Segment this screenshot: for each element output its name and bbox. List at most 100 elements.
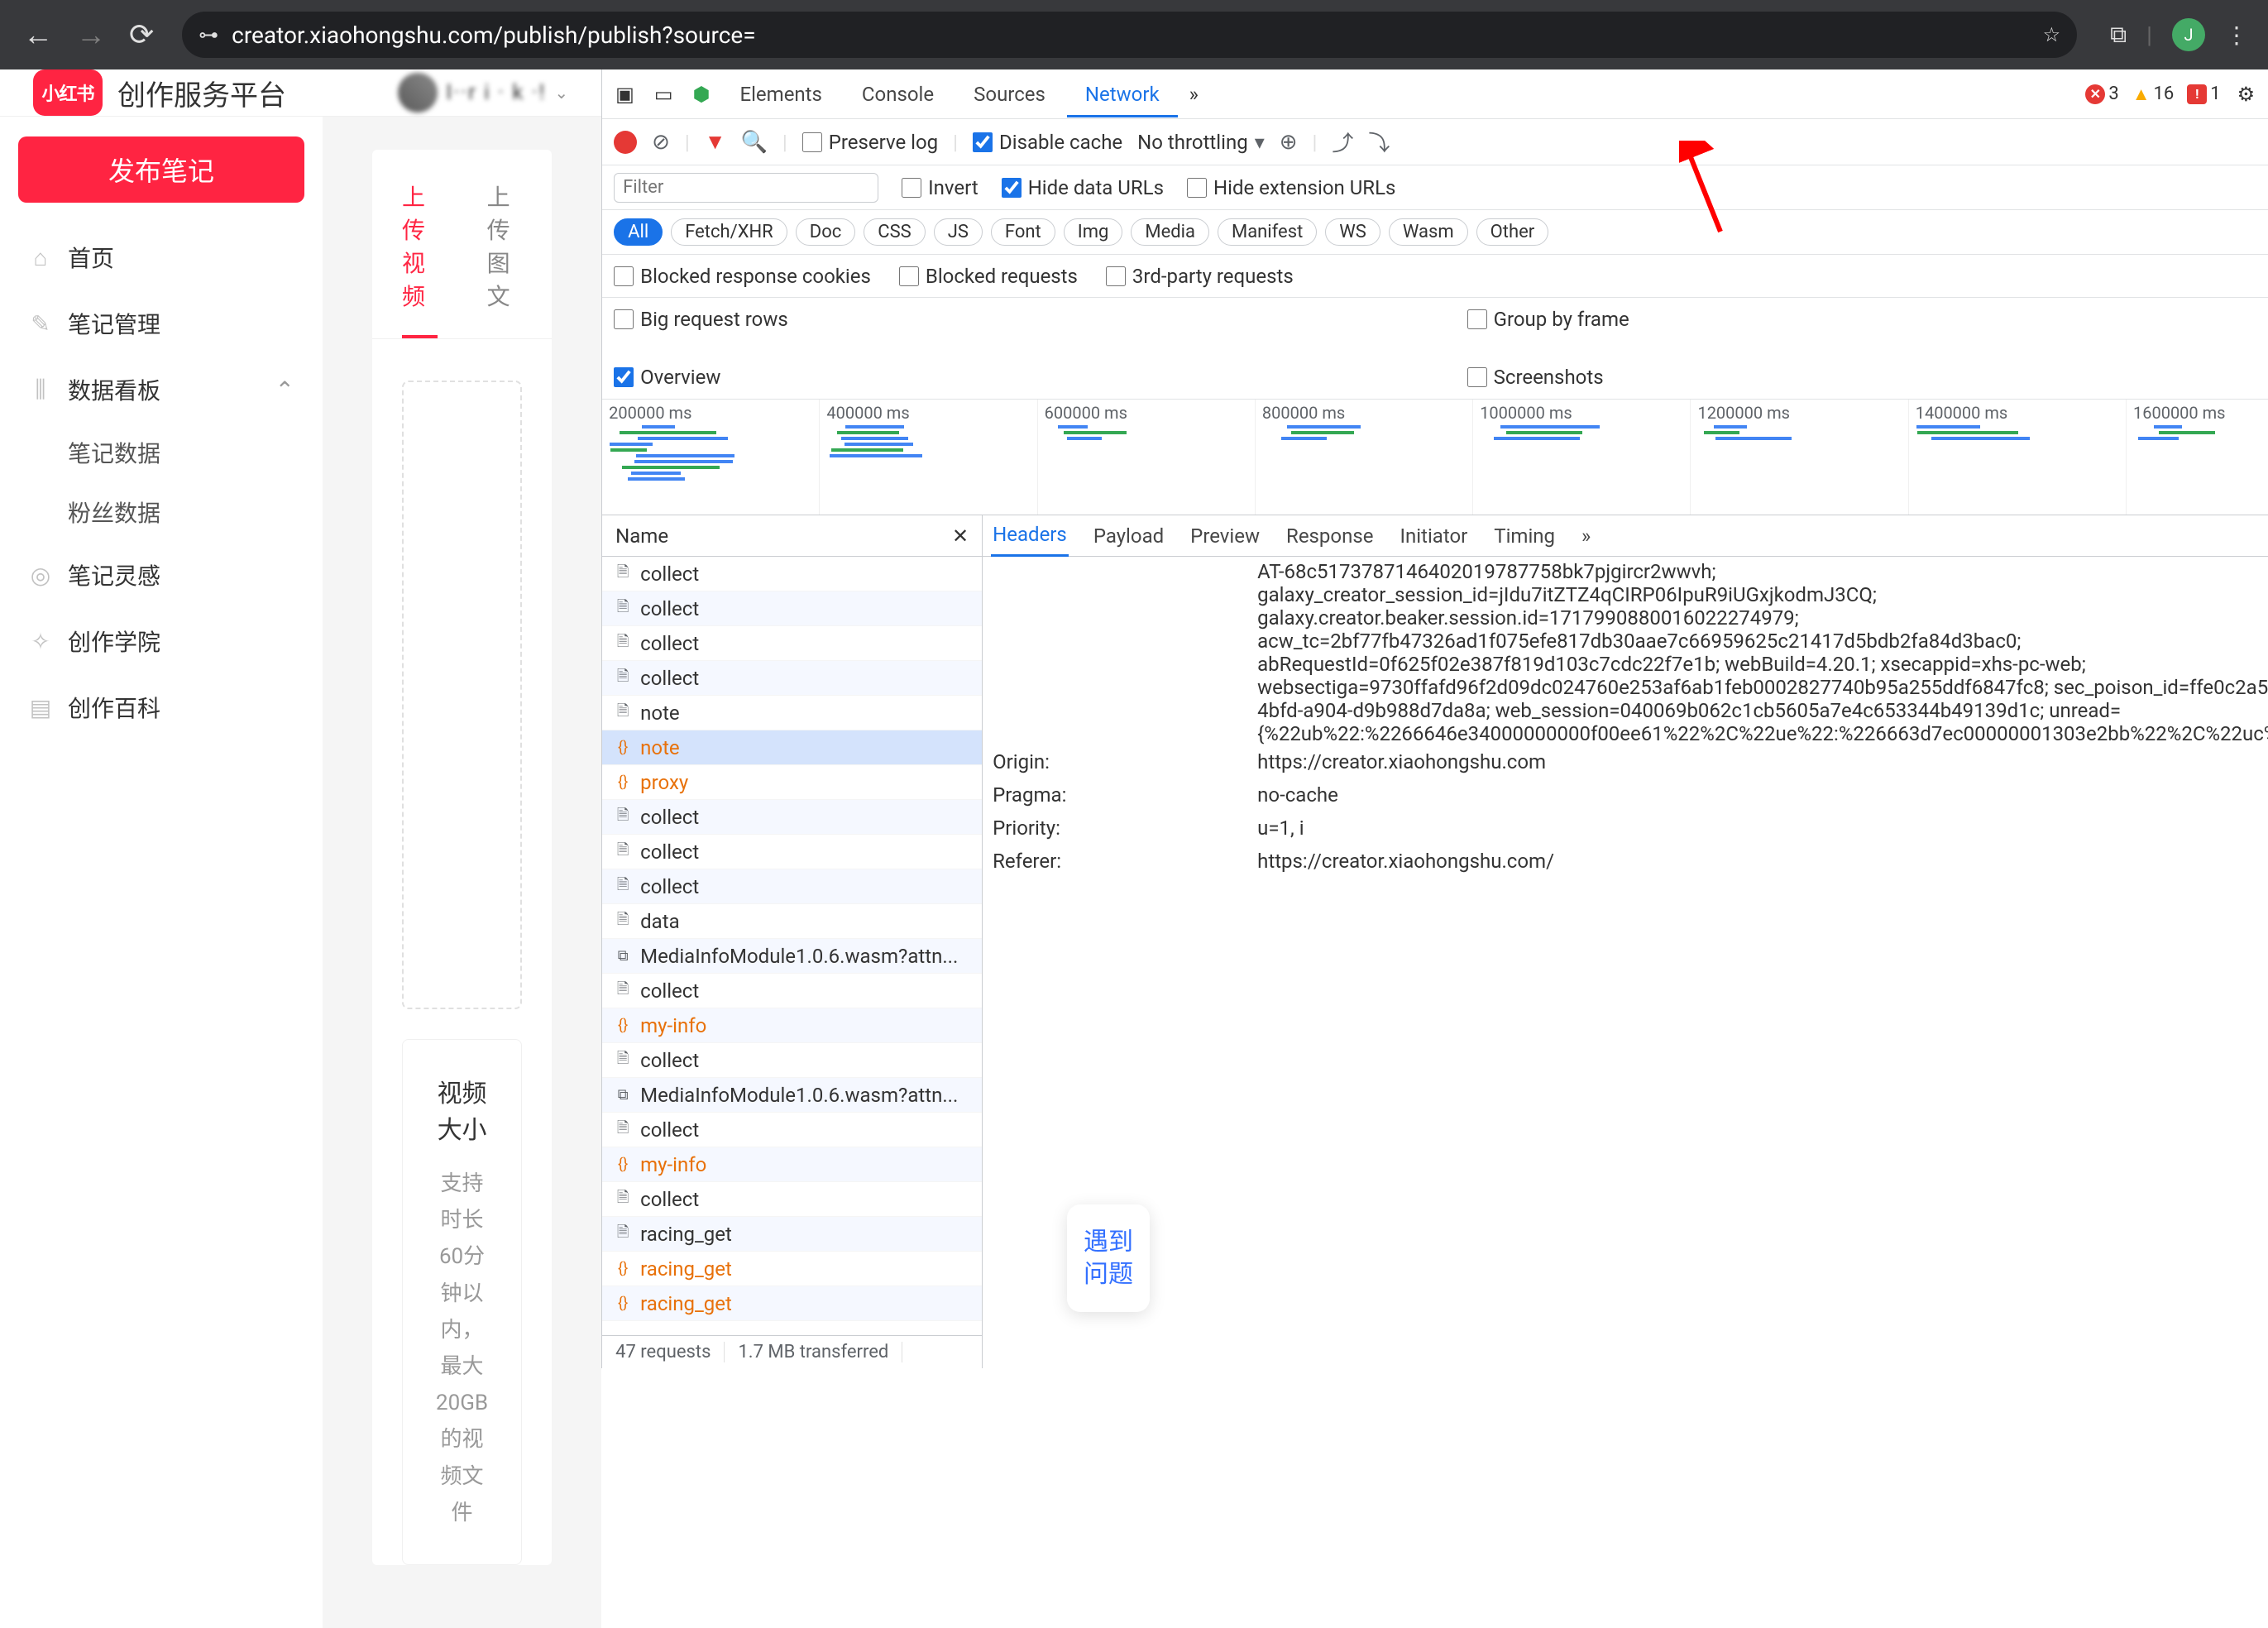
request-row[interactable]: 🗎collect [602,800,982,835]
back-icon[interactable]: ← [20,14,56,55]
xhs-logo[interactable]: 小红书 [33,69,103,116]
warning-count[interactable]: ▲16 [2127,82,2179,107]
device-icon[interactable]: ▭ [646,78,682,111]
sidebar-item-home[interactable]: ⌂首页 [18,224,304,290]
inspect-icon[interactable]: ▣ [607,78,643,111]
request-row[interactable]: {}my-info [602,1008,982,1043]
request-row[interactable]: ⧉MediaInfoModule1.0.6.wasm?attn... [602,1078,982,1113]
drop-zone[interactable] [402,381,522,1009]
site-info-icon[interactable]: ⊶ [199,23,218,46]
detail-tab-initiator[interactable]: Initiator [1398,516,1469,556]
tab-sources[interactable]: Sources [955,71,1064,117]
request-row[interactable]: 🗎collect [602,1182,982,1217]
detail-tab-timing[interactable]: Timing [1492,516,1557,556]
settings-icon[interactable]: ⚙ [2229,78,2264,111]
screenshots-checkbox[interactable]: Screenshots [1467,366,1604,389]
filter-icon[interactable]: ▼ [705,129,726,155]
upload-har-icon[interactable]: ⤴ [1332,127,1353,157]
type-chip-fetchxhr[interactable]: Fetch/XHR [671,218,787,246]
invert-checkbox[interactable]: Invert [902,176,978,199]
record-button[interactable] [614,131,637,154]
search-icon[interactable]: 🔍 [741,130,768,155]
overview-checkbox[interactable]: Overview [614,366,720,389]
tab-upload-image[interactable]: 上传图文 [487,180,523,338]
filter-input[interactable] [614,173,878,203]
type-chip-manifest[interactable]: Manifest [1218,218,1317,246]
type-chip-wasm[interactable]: Wasm [1389,218,1468,246]
sidebar-item-data[interactable]: ⫼数据看板⌃ [18,357,304,423]
request-row[interactable]: 🗎collect [602,869,982,904]
publish-button[interactable]: 发布笔记 [18,136,304,203]
sidebar-item-wiki[interactable]: ▤创作百科 [18,674,304,740]
close-sidebar-icon[interactable]: ✕ [952,524,969,548]
type-chip-css[interactable]: CSS [864,218,925,246]
download-har-icon[interactable]: ⤵ [1368,127,1390,157]
blocked-cookies-checkbox[interactable]: Blocked response cookies [614,265,871,288]
profile-avatar[interactable]: J [2172,18,2205,51]
detail-tab-preview[interactable]: Preview [1189,516,1261,556]
sidebar-item-inspire[interactable]: ◎笔记灵感 [18,542,304,608]
tab-elements[interactable]: Elements [721,71,840,117]
detail-tab-response[interactable]: Response [1285,516,1375,556]
hide-ext-checkbox[interactable]: Hide extension URLs [1187,176,1395,199]
request-row[interactable]: ⧉MediaInfoModule1.0.6.wasm?attn... [602,939,982,974]
third-party-checkbox[interactable]: 3rd-party requests [1106,265,1294,288]
more-tabs-icon[interactable]: » [1181,78,1207,111]
sidebar-sub-notedata[interactable]: 笔记数据 [18,423,304,482]
request-row[interactable]: {}racing_get [602,1252,982,1286]
type-chip-other[interactable]: Other [1476,218,1549,246]
type-chip-img[interactable]: Img [1064,218,1123,246]
feedback-button[interactable]: 遇到 问题 [1067,1204,1150,1312]
tab-upload-video[interactable]: 上传视频 [402,180,438,338]
request-row[interactable]: {}proxy [602,765,982,800]
preserve-log-checkbox[interactable]: Preserve log [802,131,938,154]
request-row[interactable]: 🗎collect [602,1113,982,1147]
name-column-header[interactable]: Name ✕ [602,515,982,557]
group-checkbox[interactable]: Group by frame [1467,308,1629,331]
request-row[interactable]: 🗎note [602,696,982,730]
vue-icon[interactable]: ⬢ [685,78,719,111]
type-chip-ws[interactable]: WS [1325,218,1380,246]
type-chip-font[interactable]: Font [991,218,1055,246]
tab-console[interactable]: Console [844,71,952,117]
wifi-icon[interactable]: ⊕ [1280,130,1298,155]
hide-data-checkbox[interactable]: Hide data URLs [1002,176,1164,199]
forward-icon[interactable]: → [73,14,109,55]
request-row[interactable]: 🗎collect [602,974,982,1008]
extensions-icon[interactable]: ⧉ [2110,21,2127,49]
request-row[interactable]: 🗎collect [602,557,982,591]
detail-tab-headers[interactable]: Headers [991,515,1069,557]
request-row[interactable]: {}racing_get [602,1286,982,1321]
sidebar-item-notes[interactable]: ✎笔记管理 [18,290,304,357]
request-row[interactable]: {}note [602,730,982,765]
throttling-dropdown[interactable]: No throttling▾ [1137,131,1265,154]
menu-icon[interactable]: ⋮ [2225,22,2248,49]
blocked-requests-checkbox[interactable]: Blocked requests [899,265,1078,288]
request-row[interactable]: 🗎racing_get [602,1217,982,1252]
error-count[interactable]: ✕3 [2080,82,2123,106]
request-row[interactable]: 🗎collect [602,835,982,869]
request-row[interactable]: 🗎data [602,904,982,939]
request-row[interactable]: {}my-info [602,1147,982,1182]
detail-tab-payload[interactable]: Payload [1092,516,1165,556]
request-row[interactable]: 🗎collect [602,661,982,696]
type-chip-js[interactable]: JS [934,218,983,246]
reload-icon[interactable]: ⟳ [126,14,157,55]
tab-network[interactable]: Network [1067,71,1178,117]
info-count[interactable]: !1 [2182,82,2225,106]
address-bar[interactable]: ⊶ creator.xiaohongshu.com/publish/publis… [182,12,2077,58]
user-menu[interactable]: I··r i · k ·! ⌄ [398,73,568,113]
request-row[interactable]: 🗎collect [602,591,982,626]
clear-icon[interactable]: ⊘ [652,130,670,155]
sidebar-sub-fandata[interactable]: 粉丝数据 [18,482,304,542]
sidebar-item-academy[interactable]: ✧创作学院 [18,608,304,674]
request-row[interactable]: 🗎collect [602,626,982,661]
big-rows-checkbox[interactable]: Big request rows [614,308,788,331]
type-chip-all[interactable]: All [614,218,663,246]
star-icon[interactable]: ☆ [2043,23,2061,46]
type-chip-media[interactable]: Media [1131,218,1209,246]
disable-cache-checkbox[interactable]: Disable cache [973,131,1122,154]
type-chip-doc[interactable]: Doc [796,218,856,246]
waterfall-overview[interactable]: 200000 ms400000 ms600000 ms800000 ms1000… [602,400,2268,515]
more-detail-tabs-icon[interactable]: » [1580,516,1592,556]
